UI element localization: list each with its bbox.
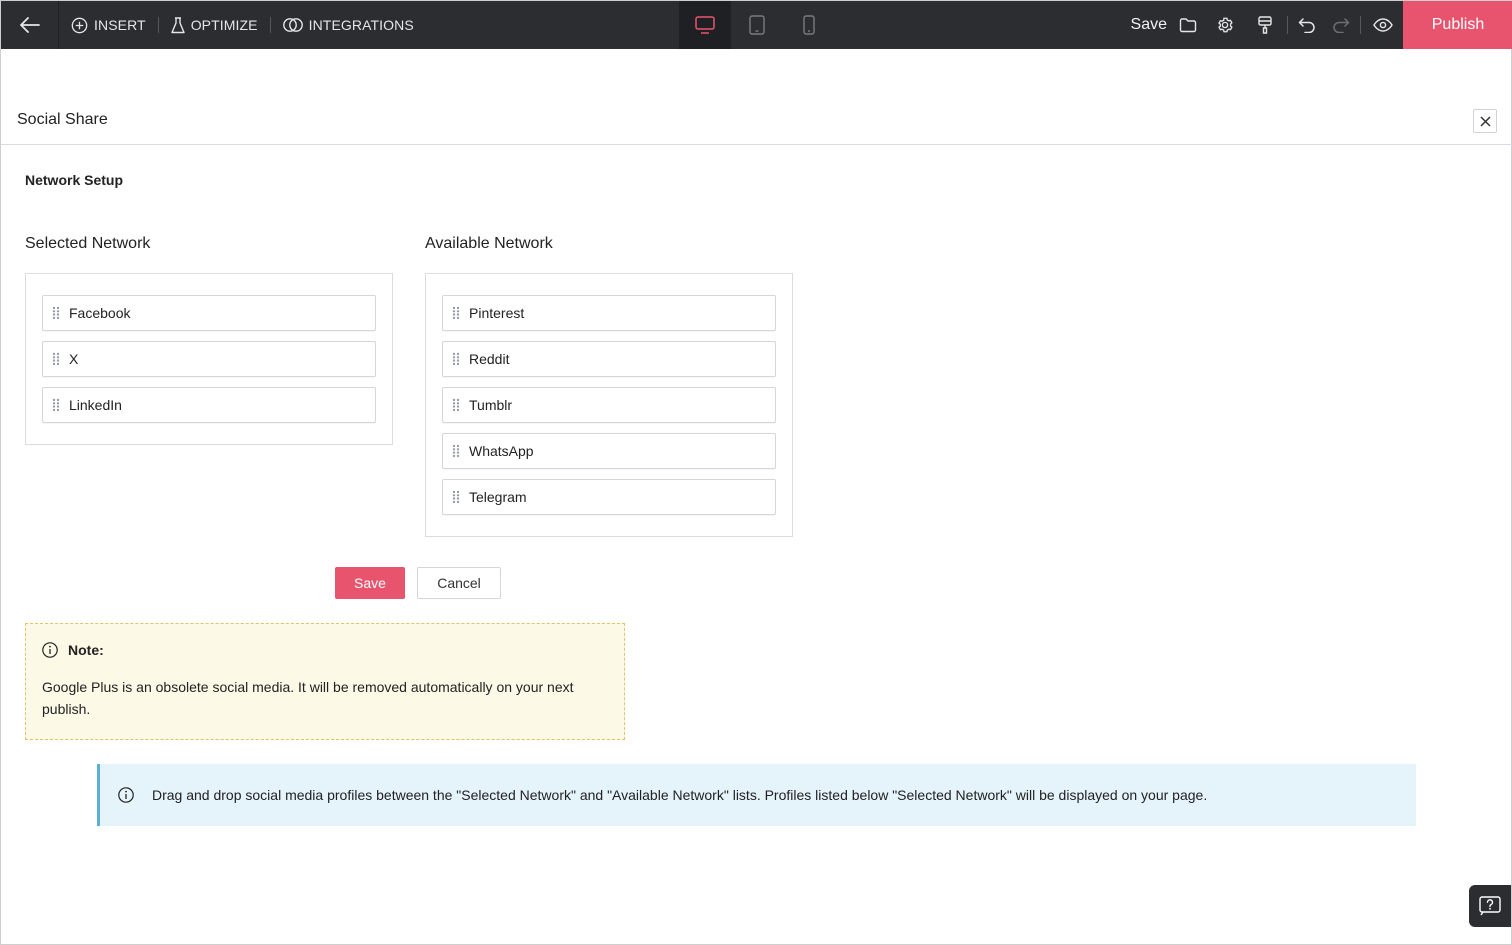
drag-handle-icon[interactable] [43,398,69,412]
note-box: Note: Google Plus is an obsolete social … [25,623,625,740]
tablet-view-button[interactable] [731,1,783,49]
mobile-icon [803,15,815,35]
note-header: Note: [42,642,608,658]
drag-handle-icon[interactable] [443,444,469,458]
save-button[interactable]: Save [335,567,405,599]
help-button[interactable] [1469,885,1511,927]
integrations-label: INTEGRATIONS [308,17,414,33]
close-button[interactable] [1473,109,1497,133]
undo-button[interactable] [1290,1,1324,49]
available-network-heading: Available Network [425,235,553,252]
drag-handle-icon[interactable] [43,306,69,320]
panel-header: Social Share [1,97,1512,145]
toolbar-divider [1287,16,1288,34]
top-toolbar: INSERT OPTIMIZE INTEGRATIONS Save Publis… [1,1,1512,49]
tablet-icon [749,15,765,35]
network-item[interactable]: Tumblr [442,387,776,423]
arrow-left-icon [19,17,40,33]
available-network-list[interactable]: Pinterest Reddit Tumblr WhatsApp Telegra… [425,273,793,537]
drag-handle-icon[interactable] [43,352,69,366]
gear-icon [1218,17,1233,33]
network-item[interactable]: Telegram [442,479,776,515]
optimize-menu[interactable]: OPTIMIZE [159,1,270,49]
network-item[interactable]: Facebook [42,295,376,331]
network-label: X [69,351,79,367]
integrations-menu[interactable]: INTEGRATIONS [271,1,426,49]
settings-button[interactable] [1205,1,1245,49]
folder-icon [1179,18,1197,33]
network-item[interactable]: WhatsApp [442,433,776,469]
desktop-icon [695,16,715,34]
plus-circle-icon [71,17,88,33]
section-title: Network Setup [25,172,124,188]
note-title: Note: [68,642,104,658]
network-item[interactable]: Reddit [442,341,776,377]
undo-icon [1298,18,1315,33]
paint-brush-button[interactable] [1245,1,1285,49]
toolbar-divider [1360,16,1361,34]
integrations-icon [282,18,303,32]
preview-button[interactable] [1363,1,1403,49]
desktop-view-button[interactable] [679,1,731,49]
cancel-button[interactable]: Cancel [417,567,501,599]
paint-brush-icon [1258,16,1272,34]
flask-icon [170,16,185,33]
back-button[interactable] [1,1,59,49]
eye-icon [1373,18,1393,32]
network-item[interactable]: LinkedIn [42,387,376,423]
note-text: Google Plus is an obsolete social media.… [42,679,574,717]
insert-label: INSERT [94,17,146,33]
info-icon [118,787,134,803]
drag-handle-icon[interactable] [443,398,469,412]
network-label: Tumblr [469,397,513,413]
info-banner: Drag and drop social media profiles betw… [97,764,1416,826]
drag-handle-icon[interactable] [443,306,469,320]
redo-button[interactable] [1324,1,1358,49]
network-label: WhatsApp [469,443,534,459]
network-item[interactable]: Pinterest [442,295,776,331]
drag-handle-icon[interactable] [443,352,469,366]
network-label: Reddit [469,351,510,367]
panel-title: Social Share [17,111,108,128]
selected-network-list[interactable]: Facebook X LinkedIn [25,273,393,445]
publish-button[interactable]: Publish [1403,1,1512,49]
info-text: Drag and drop social media profiles betw… [152,787,1208,803]
network-label: Pinterest [469,305,525,321]
network-label: Facebook [69,305,131,321]
optimize-label: OPTIMIZE [190,17,258,33]
insert-menu[interactable]: INSERT [71,1,158,49]
network-item[interactable]: X [42,341,376,377]
info-icon [42,642,58,658]
selected-network-heading: Selected Network [25,235,151,252]
mobile-view-button[interactable] [783,1,835,49]
redo-icon [1333,18,1350,33]
close-icon [1479,115,1491,127]
open-folder-button[interactable] [1171,1,1205,49]
drag-handle-icon[interactable] [443,490,469,504]
network-label: Telegram [469,489,527,505]
right-tools: Save [1131,1,1403,49]
device-switcher [679,1,835,49]
save-page-button[interactable]: Save [1131,16,1171,34]
network-label: LinkedIn [69,397,122,413]
help-icon [1479,896,1501,916]
